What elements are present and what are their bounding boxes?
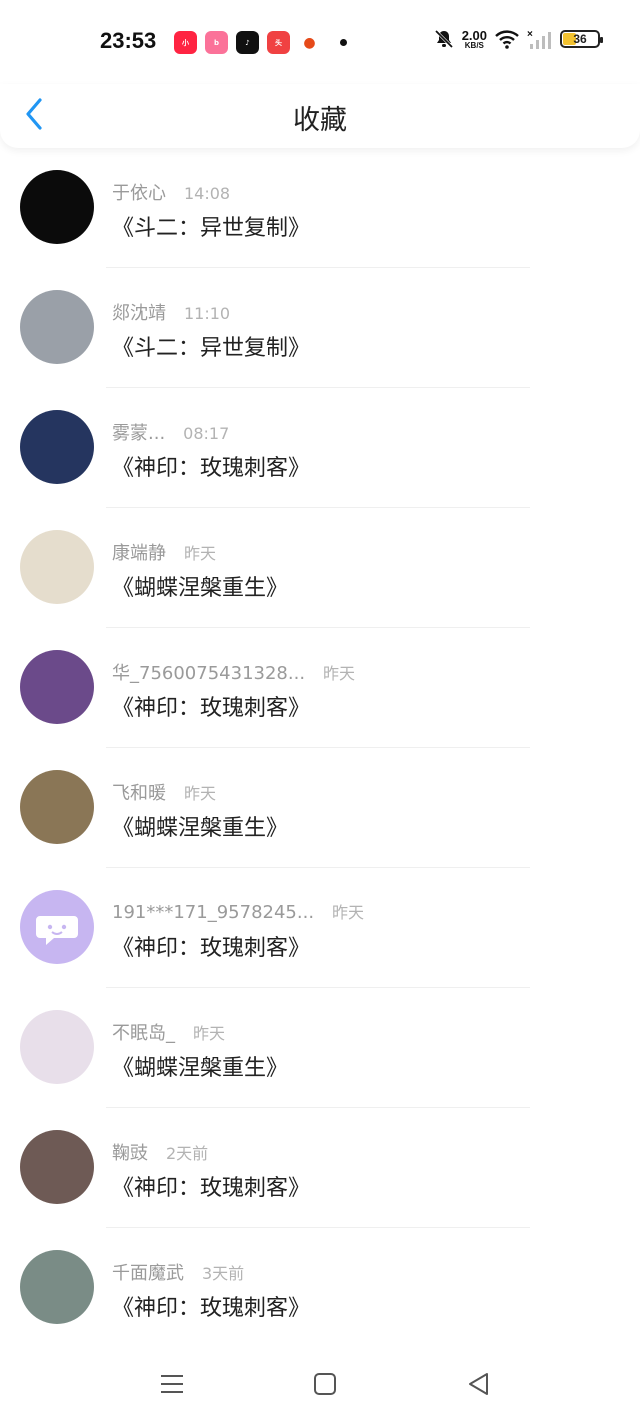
chat-bubble-icon xyxy=(36,916,78,945)
item-meta: 于依心 14:08 xyxy=(112,179,230,205)
avatar[interactable] xyxy=(20,1010,94,1084)
app-icon: ● xyxy=(298,31,321,54)
item-message: 《神印：玫瑰刺客》 xyxy=(112,456,311,481)
author-name: 不眠岛_ xyxy=(112,1023,175,1044)
item-message: 《斗二：异世复制》 xyxy=(112,336,311,361)
mute-bell-icon xyxy=(434,29,453,49)
list-item[interactable]: 千面魔武 3天前《神印：玫瑰刺客》 xyxy=(0,1228,640,1348)
item-message: 《神印：玫瑰刺客》 xyxy=(112,696,311,721)
app-header: 收藏 xyxy=(0,84,640,148)
toutiao-icon: 头 xyxy=(267,31,290,54)
item-time: 3天前 xyxy=(202,1264,245,1283)
network-speed: 2.00 KB/S xyxy=(462,29,487,50)
item-message: 《神印：玫瑰刺客》 xyxy=(112,936,311,961)
author-name: 康端静 xyxy=(112,543,166,564)
item-time: 昨天 xyxy=(323,664,356,683)
list-item[interactable]: 飞和暖 昨天《蝴蝶涅槃重生》 xyxy=(0,748,640,868)
author-name: 飞和暖 xyxy=(112,783,166,804)
network-speed-unit: KB/S xyxy=(464,40,484,50)
list-item[interactable]: 华_7560075431328... 昨天 《神印：玫瑰刺客》 xyxy=(0,628,640,748)
network-speed-value: 2.00 xyxy=(461,27,487,43)
item-meta: 飞和暖 昨天 xyxy=(112,779,216,805)
list-item[interactable]: 康端静 昨天《蝴蝶涅槃重生》 xyxy=(0,508,640,628)
douyin-icon: ♪ xyxy=(236,31,259,54)
avatar[interactable] xyxy=(20,770,94,844)
item-message: 《蝴蝶涅槃重生》 xyxy=(112,1056,289,1081)
favorites-list: 于依心 14:08 《斗二：异世复制》 郯沈靖 11:10 《斗二：异世复制》 雾蒙... 0… xyxy=(0,148,640,1348)
status-bar: 23:53 小 b ♪ 头 ● 2.00 KB/S × 36 xyxy=(0,0,640,84)
item-time: 昨天 xyxy=(184,784,217,803)
item-time: 昨天 xyxy=(193,1024,226,1043)
avatar[interactable] xyxy=(20,290,94,364)
author-name: 鞠豉 xyxy=(112,1143,148,1164)
item-meta: 华_7560075431328... 昨天 xyxy=(112,659,355,685)
wifi-icon xyxy=(495,30,519,49)
item-time: 2天前 xyxy=(166,1144,209,1163)
signal-icon: × xyxy=(527,29,551,49)
avatar[interactable] xyxy=(20,170,94,244)
page-title: 收藏 xyxy=(293,105,347,136)
list-item[interactable]: 于依心 14:08 《斗二：异世复制》 xyxy=(0,148,640,268)
item-message: 《斗二：异世复制》 xyxy=(112,216,311,241)
status-time: 23:53 xyxy=(100,28,157,53)
author-name: 于依心 xyxy=(112,183,166,204)
avatar[interactable] xyxy=(20,530,94,604)
item-meta: 康端静 昨天 xyxy=(112,539,216,565)
author-name: 郯沈靖 xyxy=(112,303,166,324)
avatar[interactable] xyxy=(20,410,94,484)
notification-app-icons: 小 b ♪ 头 ● xyxy=(174,31,321,54)
item-time: 11:10 xyxy=(184,304,231,323)
home-button[interactable] xyxy=(308,1367,342,1401)
item-message: 《蝴蝶涅槃重生》 xyxy=(112,816,289,841)
author-name: 华_7560075431328... xyxy=(112,663,306,684)
item-message: 《蝴蝶涅槃重生》 xyxy=(112,576,289,601)
item-meta: 191***171_9578245... 昨天 xyxy=(112,899,364,923)
author-name: 千面魔武 xyxy=(112,1263,184,1284)
author-name: 雾蒙... xyxy=(112,423,166,444)
item-meta: 郯沈靖 11:10 xyxy=(112,299,230,325)
list-item[interactable]: 鞠豉 2天前《神印：玫瑰刺客》 xyxy=(0,1108,640,1228)
item-message: 《神印：玫瑰刺客》 xyxy=(112,1176,311,1201)
home-icon xyxy=(314,1373,336,1395)
item-time: 14:08 xyxy=(184,184,231,203)
back-triangle-icon xyxy=(469,1373,488,1395)
item-meta: 千面魔武 3天前 xyxy=(112,1259,244,1285)
system-icons: 2.00 KB/S × 36 xyxy=(433,28,603,50)
list-item[interactable]: 郯沈靖 11:10 《斗二：异世复制》 xyxy=(0,268,640,388)
item-meta: 雾蒙... 08:17 xyxy=(112,419,229,445)
back-nav-button[interactable] xyxy=(462,1367,496,1401)
avatar[interactable] xyxy=(20,650,94,724)
item-time: 昨天 xyxy=(332,903,365,922)
svg-text:×: × xyxy=(527,29,533,40)
menu-icon xyxy=(161,1375,183,1393)
item-time: 08:17 xyxy=(183,424,230,443)
system-nav-bar xyxy=(0,1345,640,1422)
battery-level: 36 xyxy=(573,32,587,46)
item-message: 《神印：玫瑰刺客》 xyxy=(112,1296,311,1321)
avatar[interactable] xyxy=(20,1250,94,1324)
battery-indicator: 36 xyxy=(560,30,603,48)
item-meta: 鞠豉 2天前 xyxy=(112,1139,208,1165)
list-item[interactable]: 雾蒙... 08:17 《神印：玫瑰刺客》 xyxy=(0,388,640,508)
item-time: 昨天 xyxy=(184,544,217,563)
more-notifications-dot xyxy=(340,39,347,46)
item-meta: 不眠岛_ 昨天 xyxy=(112,1019,225,1045)
avatar[interactable] xyxy=(20,1130,94,1204)
list-item[interactable]: 不眠岛_ 昨天《蝴蝶涅槃重生》 xyxy=(0,988,640,1108)
author-name: 191***171_9578245... xyxy=(112,902,315,923)
menu-button[interactable] xyxy=(155,1367,189,1401)
list-item[interactable]: 191***171_9578245... 昨天《神印：玫瑰刺客》 xyxy=(0,868,640,988)
xiaohongshu-icon: 小 xyxy=(174,31,197,54)
avatar[interactable] xyxy=(20,890,94,964)
bilibili-icon: b xyxy=(205,31,228,54)
